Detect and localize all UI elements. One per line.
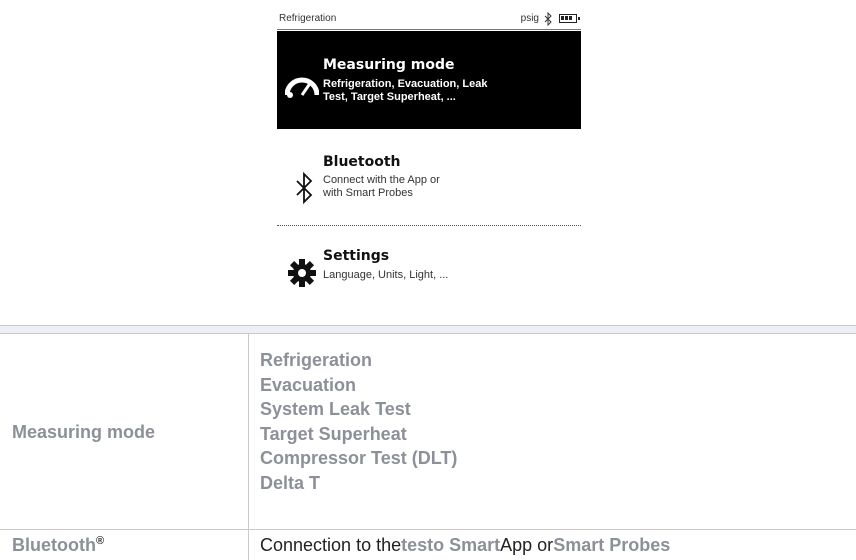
menu-item-subtitle: Refrigeration, Evacuation, Leak Test, Ta… xyxy=(323,78,488,103)
status-title: Refrigeration xyxy=(279,13,337,24)
device-screen: Refrigeration psig Measuring mode Refrig… xyxy=(277,10,581,314)
registered-mark: ® xyxy=(95,535,105,547)
mode-item: Refrigeration xyxy=(260,350,373,370)
menu-item-bluetooth[interactable]: Bluetooth Connect with the App or with S… xyxy=(277,134,581,226)
desc-part: App or xyxy=(500,534,554,555)
status-unit: psig xyxy=(520,13,539,24)
column-divider xyxy=(248,334,249,560)
bluetooth-row: Bluetooth ® Connection to the testo Smart… xyxy=(0,530,856,560)
separator-row xyxy=(0,326,856,334)
bluetooth-icon xyxy=(296,172,313,204)
status-bar: Refrigeration psig xyxy=(277,10,581,30)
screenshot-row: Refrigeration psig Measuring mode Refrig… xyxy=(0,0,856,326)
probes-name: Smart Probes xyxy=(553,534,671,555)
menu-item-title: Settings xyxy=(323,248,390,264)
gauge-icon xyxy=(285,77,319,98)
menu-item-measuring-mode[interactable]: Measuring mode Refrigeration, Evacuation… xyxy=(277,31,581,129)
mode-item: Target Superheat xyxy=(260,423,407,444)
menu-divider xyxy=(277,225,581,226)
measuring-mode-row: Measuring mode Refrigeration Evacuation … xyxy=(0,334,856,530)
gear-icon xyxy=(288,259,316,287)
bluetooth-label-text: Bluetooth xyxy=(12,534,96,555)
mode-item: Evacuation xyxy=(260,374,357,395)
bluetooth-label: Bluetooth ® xyxy=(0,530,248,560)
menu-item-subtitle: Connect with the App or with Smart Probe… xyxy=(323,174,440,199)
desc-part: Connection to the xyxy=(260,534,402,555)
bluetooth-status-icon xyxy=(544,12,552,26)
mode-item: Delta T xyxy=(260,472,321,493)
menu-item-subtitle: Language, Units, Light, ... xyxy=(323,269,449,281)
measuring-mode-label: Measuring mode xyxy=(12,421,156,442)
mode-item: System Leak Test xyxy=(260,399,411,420)
mode-item: Compressor Test (DLT) xyxy=(260,448,458,469)
measuring-mode-list: Refrigeration Evacuation System Leak Tes… xyxy=(260,348,457,496)
menu-item-title: Bluetooth xyxy=(323,154,401,170)
app-name: testo Smart xyxy=(401,534,501,555)
bluetooth-description: Connection to the testo Smart App or Sma… xyxy=(260,530,670,560)
info-table: Refrigeration psig Measuring mode Refrig… xyxy=(0,0,856,560)
menu-item-title: Measuring mode xyxy=(323,57,455,73)
battery-icon xyxy=(559,14,580,23)
menu-item-settings[interactable]: Settings Language, Units, Light, ... xyxy=(277,232,581,314)
